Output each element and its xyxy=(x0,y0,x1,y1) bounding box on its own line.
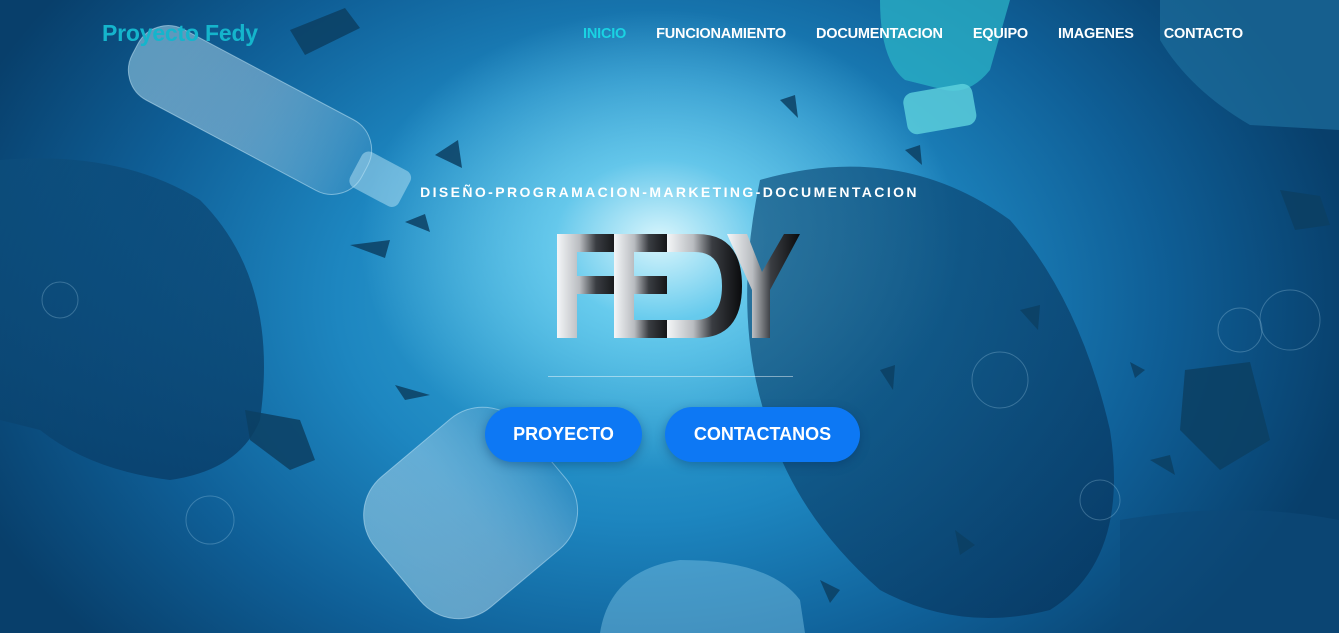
nav-link-contacto[interactable]: CONTACTO xyxy=(1164,26,1243,42)
proyecto-button[interactable]: PROYECTO xyxy=(485,407,642,462)
nav-link-imagenes[interactable]: IMAGENES xyxy=(1058,26,1134,42)
nav-links: INICIO FUNCIONAMIENTO DOCUMENTACION EQUI… xyxy=(583,26,1243,42)
nav-link-funcionamiento[interactable]: FUNCIONAMIENTO xyxy=(656,26,786,42)
brand-link[interactable]: Proyecto Fedy xyxy=(102,20,258,47)
contactanos-button[interactable]: CONTACTANOS xyxy=(665,407,860,462)
nav-link-inicio[interactable]: INICIO xyxy=(583,26,626,42)
hero-tagline: DISEÑO-PROGRAMACION-MARKETING-DOCUMENTAC… xyxy=(420,184,919,200)
fedy-logo xyxy=(557,234,800,338)
top-navbar: Proyecto Fedy INICIO FUNCIONAMIENTO DOCU… xyxy=(0,0,1339,70)
nav-link-equipo[interactable]: EQUIPO xyxy=(973,26,1028,42)
hero-divider xyxy=(548,376,793,377)
nav-link-documentacion[interactable]: DOCUMENTACION xyxy=(816,26,943,42)
